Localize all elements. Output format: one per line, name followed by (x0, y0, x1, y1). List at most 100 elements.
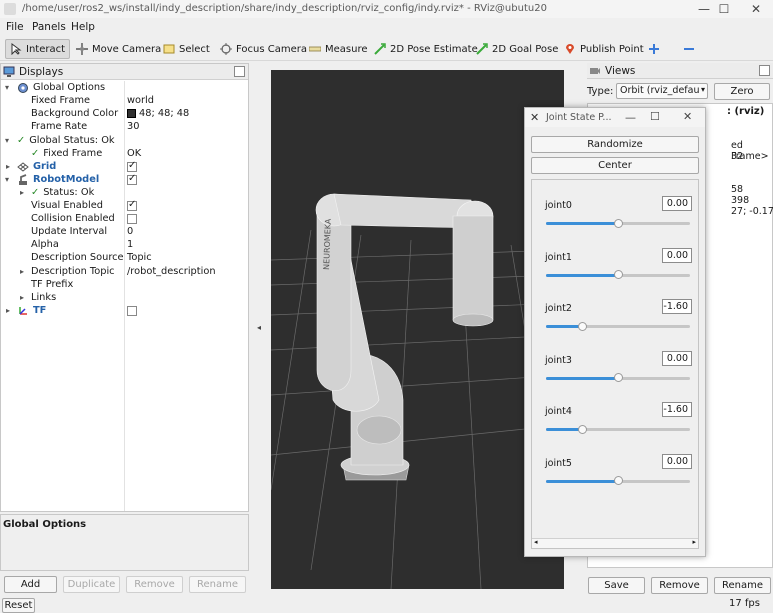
goal-pose-tool[interactable]: 2D Goal Pose (472, 39, 562, 59)
expand-arrow-icon[interactable]: ▸ (6, 162, 10, 171)
pose-estimate-tool[interactable]: 2D Pose Estimate (370, 39, 482, 59)
minimize-icon[interactable]: — (696, 1, 712, 17)
save-view-button[interactable]: Save (588, 577, 645, 594)
zero-view-button[interactable]: Zero (714, 83, 770, 100)
tree-row-description-topic[interactable]: Description Topic (31, 265, 115, 278)
move-camera-tool[interactable]: Move Camera (72, 39, 165, 59)
close-icon[interactable]: ✕ (683, 110, 692, 123)
undock-icon[interactable] (234, 66, 245, 77)
fixed-frame-value[interactable]: world (127, 94, 154, 107)
expand-arrow-icon[interactable]: ▸ (6, 306, 10, 315)
tree-row-global-options[interactable]: Global Options (17, 81, 105, 94)
joint-row: joint2 -1.60 (532, 299, 698, 339)
alpha-value[interactable]: 1 (127, 238, 133, 251)
collapse-left-icon[interactable]: ◂ (257, 323, 261, 332)
interact-tool[interactable]: Interact (5, 39, 70, 59)
menu-panels[interactable]: Panels (32, 21, 66, 33)
rename-display-button[interactable]: Rename (189, 576, 246, 593)
scroll-right-icon[interactable]: ▸ (692, 538, 696, 546)
remove-view-button[interactable]: Remove (651, 577, 708, 594)
collision-enabled-checkbox[interactable] (127, 212, 137, 225)
update-interval-value[interactable]: 0 (127, 225, 133, 238)
background-color-value[interactable]: 48; 48; 48 (127, 107, 189, 120)
toolbar: Interact Move Camera Select Focus Camera… (0, 37, 773, 61)
joint-value-input[interactable]: 0.00 (662, 247, 692, 263)
collapse-arrow-icon[interactable]: ▾ (5, 175, 9, 184)
center-button[interactable]: Center (531, 157, 699, 174)
slider-handle[interactable] (613, 476, 623, 485)
joint-value-input[interactable]: -1.60 (662, 299, 692, 314)
ground-grid (271, 229, 564, 589)
remove-tool-button[interactable] (679, 39, 699, 59)
joint-value-input[interactable]: 0.00 (662, 196, 692, 211)
tree-row-grid[interactable]: Grid (17, 160, 56, 173)
minimize-icon[interactable]: — (625, 111, 636, 124)
expand-arrow-icon[interactable]: ▸ (20, 188, 24, 197)
visual-enabled-checkbox[interactable] (127, 199, 137, 212)
reset-button[interactable]: Reset (2, 598, 35, 613)
select-tool[interactable]: Select (159, 39, 214, 59)
description-topic-value[interactable]: /robot_description (127, 265, 216, 278)
tf-axes-icon (17, 305, 29, 317)
tree-row-tf-prefix[interactable]: TF Prefix (31, 278, 73, 291)
tree-row-background-color[interactable]: Background Color (31, 107, 118, 120)
menu-file[interactable]: File (6, 21, 24, 33)
tree-row-fixed-frame-status[interactable]: ✓ Fixed Frame (31, 147, 102, 160)
remove-display-button[interactable]: Remove (126, 576, 183, 593)
tree-row-tf[interactable]: TF (17, 304, 46, 317)
tree-row-frame-rate[interactable]: Frame Rate (31, 120, 87, 133)
tree-row-global-status[interactable]: ✓ Global Status: Ok (17, 134, 115, 147)
tree-row-alpha[interactable]: Alpha (31, 238, 59, 251)
expand-arrow-icon[interactable]: ▸ (20, 267, 24, 276)
close-icon[interactable]: ✕ (748, 1, 764, 17)
tree-row-fixed-frame[interactable]: Fixed Frame (31, 94, 90, 107)
tree-row-collision-enabled[interactable]: Collision Enabled (31, 212, 115, 225)
slider-handle[interactable] (613, 373, 623, 382)
tf-enable-checkbox[interactable] (127, 304, 137, 317)
slider-handle[interactable] (577, 424, 587, 434)
collapse-arrow-icon[interactable]: ▾ (5, 136, 9, 145)
tree-row-links[interactable]: Links (31, 291, 56, 304)
publish-point-tool[interactable]: Publish Point (560, 39, 648, 59)
menu-help[interactable]: Help (71, 21, 95, 33)
view-type-select[interactable]: Orbit (rviz_defau ▾ (616, 83, 708, 99)
scroll-left-icon[interactable]: ◂ (534, 538, 538, 546)
tree-row-robotmodel-status[interactable]: ✓ Status: Ok (31, 186, 94, 199)
maximize-icon[interactable]: ☐ (650, 110, 660, 123)
description-title: Global Options (3, 519, 87, 530)
robotmodel-enable-checkbox[interactable] (127, 173, 137, 186)
expand-arrow-icon[interactable]: ▸ (20, 293, 24, 302)
grid-enable-checkbox[interactable] (127, 160, 137, 173)
tree-row-update-interval[interactable]: Update Interval (31, 225, 107, 238)
collapse-arrow-icon[interactable]: ▾ (5, 83, 9, 92)
joint-value-input[interactable]: 0.00 (662, 350, 692, 366)
joint-row: joint4 -1.60 (532, 402, 698, 442)
render-viewport[interactable]: NEUROMEKA (271, 70, 564, 589)
slider-handle[interactable] (613, 270, 623, 279)
joint-slider[interactable] (546, 428, 690, 431)
view-type-label: Type: (587, 86, 614, 97)
randomize-button[interactable]: Randomize (531, 136, 699, 153)
frame-rate-value[interactable]: 30 (127, 120, 139, 133)
add-display-button[interactable]: Add (4, 576, 57, 593)
focus-camera-tool[interactable]: Focus Camera (216, 39, 311, 59)
rename-view-button[interactable]: Rename (714, 577, 771, 594)
joint-label: joint2 (545, 303, 572, 314)
joint-value-input[interactable]: -1.60 (662, 402, 692, 417)
tree-row-robotmodel[interactable]: RobotModel (17, 173, 99, 186)
joint-value-input[interactable]: 0.00 (662, 453, 692, 469)
joint-slider[interactable] (546, 325, 690, 328)
slider-handle[interactable] (577, 321, 587, 331)
joint-row: joint1 0.00 (532, 247, 698, 288)
measure-tool[interactable]: Measure (305, 39, 372, 59)
duplicate-display-button[interactable]: Duplicate (63, 576, 120, 593)
undock-icon[interactable] (759, 65, 770, 76)
description-source-value[interactable]: Topic (127, 251, 152, 264)
chevron-down-icon: ▾ (700, 85, 705, 94)
maximize-icon[interactable]: ☐ (716, 1, 732, 17)
add-tool-button[interactable] (644, 39, 664, 59)
tree-row-description-source[interactable]: Description Source (31, 251, 124, 264)
horizontal-scrollbar[interactable]: ◂ ▸ (532, 538, 698, 548)
slider-handle[interactable] (613, 218, 623, 228)
tree-row-visual-enabled[interactable]: Visual Enabled (31, 199, 103, 212)
